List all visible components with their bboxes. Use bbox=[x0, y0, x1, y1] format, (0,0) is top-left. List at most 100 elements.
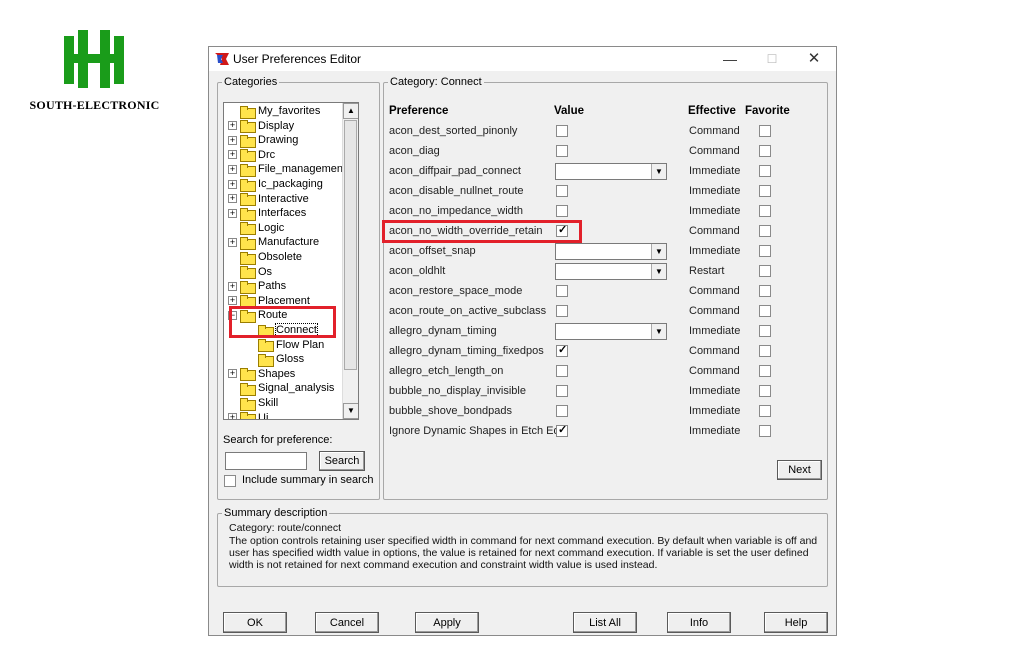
favorite-checkbox[interactable] bbox=[759, 185, 771, 197]
tree-item[interactable]: Skill bbox=[228, 396, 278, 411]
value-checkbox[interactable] bbox=[556, 145, 568, 157]
maximize-button[interactable]: ☐ bbox=[757, 49, 787, 69]
value-checkbox[interactable] bbox=[556, 385, 568, 397]
value-checkbox[interactable] bbox=[556, 405, 568, 417]
category-tree[interactable]: + Ui Skill Signal_analysis + Shapes Gloss Flow … bbox=[223, 102, 359, 420]
tree-item[interactable]: Logic bbox=[228, 221, 284, 236]
favorite-checkbox[interactable] bbox=[759, 305, 771, 317]
value-checkbox[interactable] bbox=[556, 343, 568, 357]
tree-item[interactable]: + Manufacture bbox=[228, 235, 319, 250]
effective-label: Immediate bbox=[689, 185, 741, 197]
tree-item-label: File_management bbox=[258, 163, 347, 176]
help-button[interactable]: Help bbox=[764, 612, 828, 633]
value-dropdown[interactable]: ▼ bbox=[555, 263, 667, 280]
value-dropdown[interactable]: ▼ bbox=[555, 163, 667, 180]
expander-icon[interactable]: + bbox=[228, 179, 237, 189]
minimize-button[interactable]: — bbox=[715, 49, 745, 69]
scroll-up-icon[interactable]: ▲ bbox=[343, 103, 358, 119]
tree-scrollbar[interactable]: ▲ ▼ bbox=[342, 103, 358, 419]
value-checkbox[interactable] bbox=[556, 125, 568, 137]
folder-icon bbox=[240, 368, 256, 382]
value-checkbox[interactable] bbox=[556, 285, 568, 297]
title-bar[interactable]: User Preferences Editor — ☐ ✕ bbox=[209, 47, 836, 71]
apply-button[interactable]: Apply bbox=[415, 612, 479, 633]
tree-item[interactable]: + Ic_packaging bbox=[228, 177, 323, 192]
chevron-down-icon[interactable]: ▼ bbox=[651, 264, 666, 279]
include-summary-checkbox[interactable] bbox=[224, 475, 236, 487]
preference-row: allegro_etch_length_on Command bbox=[389, 362, 819, 382]
tree-item[interactable]: Gloss bbox=[246, 352, 304, 367]
tree-item[interactable]: + Display bbox=[228, 119, 294, 134]
tree-item[interactable]: Obsolete bbox=[228, 250, 302, 265]
effective-label: Command bbox=[689, 345, 740, 357]
tree-item[interactable]: Os bbox=[228, 265, 272, 280]
expander-icon[interactable]: + bbox=[228, 150, 237, 160]
tree-item[interactable]: + File_management bbox=[228, 162, 347, 177]
value-dropdown[interactable]: ▼ bbox=[555, 243, 667, 260]
value-dropdown[interactable]: ▼ bbox=[555, 323, 667, 340]
tree-item[interactable]: + Interfaces bbox=[228, 206, 306, 221]
expander-icon[interactable]: + bbox=[228, 208, 237, 218]
favorite-checkbox[interactable] bbox=[759, 125, 771, 137]
tree-item[interactable]: + Interactive bbox=[228, 192, 309, 207]
favorite-checkbox[interactable] bbox=[759, 165, 771, 177]
search-button[interactable]: Search bbox=[319, 451, 365, 471]
preference-row: acon_route_on_active_subclass Command bbox=[389, 302, 819, 322]
expander-icon[interactable]: + bbox=[228, 164, 237, 174]
next-button[interactable]: Next bbox=[777, 460, 822, 480]
folder-icon bbox=[240, 382, 256, 396]
expander-icon[interactable]: + bbox=[228, 413, 237, 419]
favorite-checkbox[interactable] bbox=[759, 345, 771, 357]
favorite-checkbox[interactable] bbox=[759, 145, 771, 157]
value-checkbox[interactable] bbox=[556, 185, 568, 197]
tree-item[interactable]: Signal_analysis bbox=[228, 381, 334, 396]
search-input[interactable] bbox=[225, 452, 307, 470]
preference-row: acon_dest_sorted_pinonly Command bbox=[389, 122, 819, 142]
favorite-checkbox[interactable] bbox=[759, 225, 771, 237]
chevron-down-icon[interactable]: ▼ bbox=[651, 164, 666, 179]
favorite-checkbox[interactable] bbox=[759, 405, 771, 417]
tree-item[interactable]: + Drawing bbox=[228, 133, 298, 148]
chevron-down-icon[interactable]: ▼ bbox=[651, 324, 666, 339]
tree-item[interactable]: + Drc bbox=[228, 148, 275, 163]
effective-label: Immediate bbox=[689, 385, 741, 397]
favorite-checkbox[interactable] bbox=[759, 245, 771, 257]
cancel-button[interactable]: Cancel bbox=[315, 612, 379, 633]
list-all-button[interactable]: List All bbox=[573, 612, 637, 633]
scroll-down-icon[interactable]: ▼ bbox=[343, 403, 358, 419]
favorite-checkbox[interactable] bbox=[759, 285, 771, 297]
tree-item[interactable]: My_favorites bbox=[228, 104, 320, 119]
tree-item[interactable]: + Shapes bbox=[228, 367, 295, 382]
value-checkbox[interactable] bbox=[556, 423, 568, 437]
expander-icon[interactable]: + bbox=[228, 135, 237, 145]
favorite-checkbox[interactable] bbox=[759, 385, 771, 397]
ok-button[interactable]: OK bbox=[223, 612, 287, 633]
expander-icon[interactable]: + bbox=[228, 237, 237, 247]
close-button[interactable]: ✕ bbox=[799, 49, 829, 69]
expander-icon[interactable]: + bbox=[228, 281, 237, 291]
value-checkbox[interactable] bbox=[556, 305, 568, 317]
favorite-checkbox[interactable] bbox=[759, 425, 771, 437]
info-button[interactable]: Info bbox=[667, 612, 731, 633]
value-checkbox[interactable] bbox=[556, 205, 568, 217]
expander-icon[interactable]: + bbox=[228, 194, 237, 204]
scroll-thumb[interactable] bbox=[344, 120, 357, 370]
favorite-checkbox[interactable] bbox=[759, 265, 771, 277]
chevron-down-icon[interactable]: ▼ bbox=[651, 244, 666, 259]
effective-label: Immediate bbox=[689, 405, 741, 417]
tree-item[interactable]: + Ui bbox=[228, 411, 268, 419]
value-checkbox[interactable] bbox=[556, 365, 568, 377]
favorite-checkbox[interactable] bbox=[759, 365, 771, 377]
favorite-checkbox[interactable] bbox=[759, 205, 771, 217]
favorite-checkbox[interactable] bbox=[759, 325, 771, 337]
tree-item[interactable]: Flow Plan bbox=[246, 338, 324, 353]
expander-icon[interactable]: + bbox=[228, 121, 237, 131]
tree-item[interactable]: + Paths bbox=[228, 279, 286, 294]
expander-icon[interactable]: + bbox=[228, 369, 237, 379]
expander-icon[interactable]: + bbox=[228, 296, 237, 306]
app-icon bbox=[215, 53, 229, 65]
